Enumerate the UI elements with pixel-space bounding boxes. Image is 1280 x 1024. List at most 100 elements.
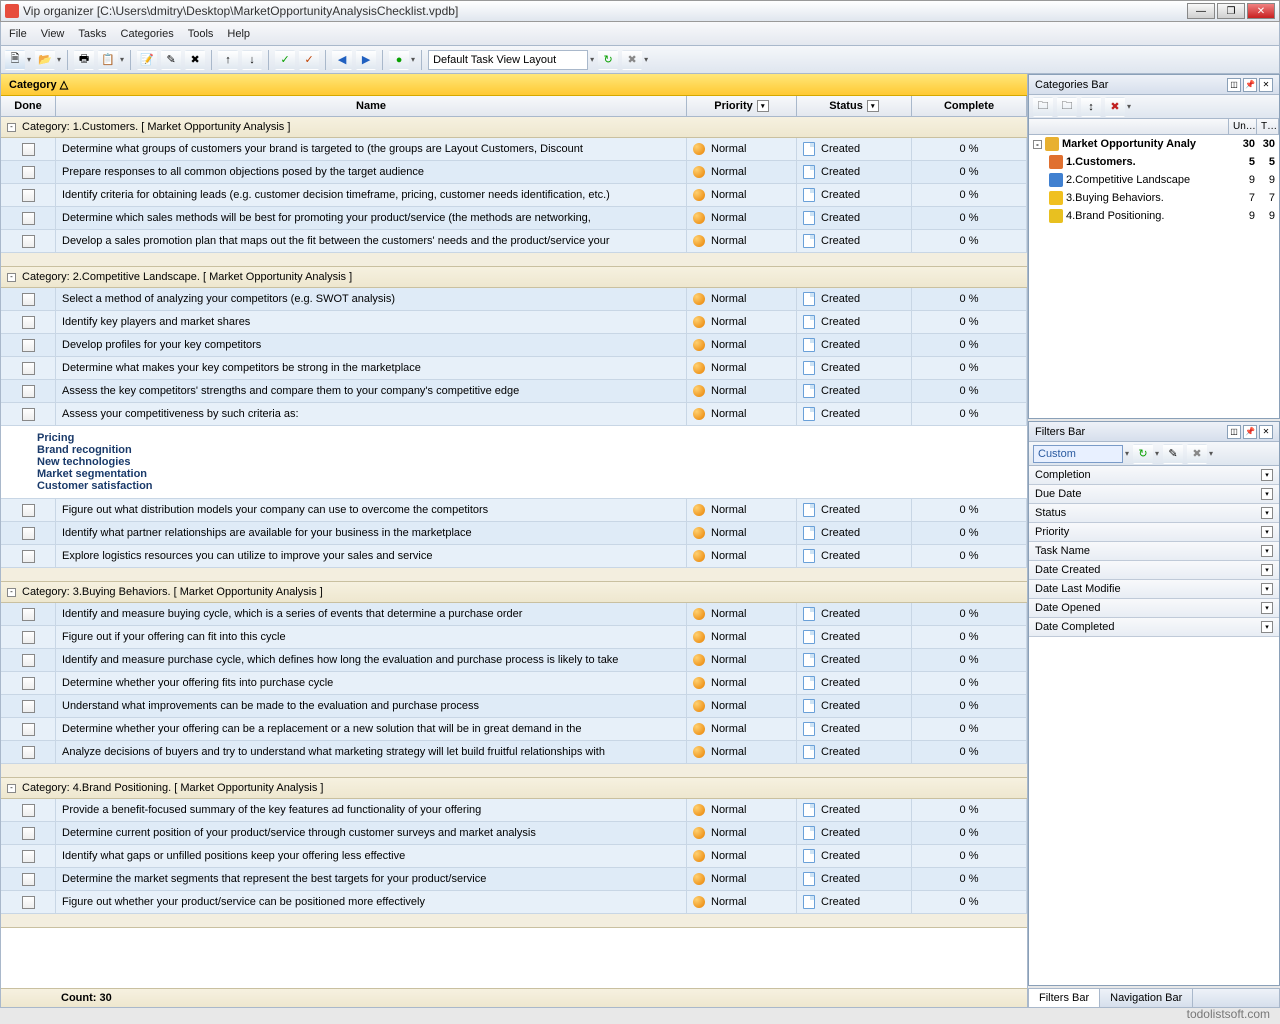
- next-button[interactable]: ▶: [356, 50, 376, 70]
- col-priority[interactable]: Priority▾: [687, 96, 797, 116]
- task-row[interactable]: Figure out if your offering can fit into…: [1, 626, 1027, 649]
- dropdown-icon[interactable]: ▾: [1261, 488, 1273, 500]
- task-row[interactable]: Understand what improvements can be made…: [1, 695, 1027, 718]
- filter-row[interactable]: Task Name▾: [1029, 542, 1279, 561]
- category-header[interactable]: -Category: 3.Buying Behaviors. [ Market …: [1, 582, 1027, 603]
- task-row[interactable]: Identify key players and market shares N…: [1, 311, 1027, 334]
- task-row[interactable]: Determine what makes your key competitor…: [1, 357, 1027, 380]
- done-checkbox[interactable]: [22, 408, 35, 421]
- filter-row[interactable]: Date Created▾: [1029, 561, 1279, 580]
- menu-file[interactable]: File: [9, 28, 27, 40]
- cat-edit-icon[interactable]: 🗀: [1057, 97, 1077, 117]
- done-checkbox[interactable]: [22, 504, 35, 517]
- col-complete[interactable]: Complete: [912, 96, 1027, 116]
- edit-task-button[interactable]: ✎: [161, 50, 181, 70]
- done-checkbox[interactable]: [22, 746, 35, 759]
- task-row[interactable]: Identify what partner relationships are …: [1, 522, 1027, 545]
- dropdown-icon[interactable]: ▾: [1261, 469, 1273, 481]
- pin-icon[interactable]: 📌: [1243, 425, 1257, 439]
- tree-row[interactable]: - Market Opportunity Analy 30 30: [1029, 135, 1279, 153]
- expand-icon[interactable]: -: [7, 588, 16, 597]
- menu-help[interactable]: Help: [227, 28, 250, 40]
- maximize-button[interactable]: ❐: [1217, 3, 1245, 19]
- task-row[interactable]: Identify criteria for obtaining leads (e…: [1, 184, 1027, 207]
- dropdown-icon[interactable]: ▾: [1261, 507, 1273, 519]
- cat-new-icon[interactable]: 🗀: [1033, 97, 1053, 117]
- expand-icon[interactable]: -: [7, 784, 16, 793]
- task-row[interactable]: Develop a sales promotion plan that maps…: [1, 230, 1027, 253]
- category-header[interactable]: -Category: 2.Competitive Landscape. [ Ma…: [1, 267, 1027, 288]
- done-checkbox[interactable]: [22, 362, 35, 375]
- dropdown-icon[interactable]: ▾: [757, 100, 769, 112]
- expand-icon[interactable]: -: [7, 123, 16, 132]
- done-checkbox[interactable]: [22, 677, 35, 690]
- task-row[interactable]: Identify what gaps or unfilled positions…: [1, 845, 1027, 868]
- task-row[interactable]: Identify and measure buying cycle, which…: [1, 603, 1027, 626]
- done-checkbox[interactable]: [22, 385, 35, 398]
- tree-row[interactable]: 3.Buying Behaviors. 7 7: [1029, 189, 1279, 207]
- done-checkbox[interactable]: [22, 723, 35, 736]
- task-row[interactable]: Analyze decisions of buyers and try to u…: [1, 741, 1027, 764]
- col-status[interactable]: Status▾: [797, 96, 912, 116]
- category-header[interactable]: -Category: 4.Brand Positioning. [ Market…: [1, 778, 1027, 799]
- panel-close-icon[interactable]: ✕: [1259, 425, 1273, 439]
- filter-row[interactable]: Date Completed▾: [1029, 618, 1279, 637]
- minimize-button[interactable]: —: [1187, 3, 1215, 19]
- expand-icon[interactable]: -: [7, 273, 16, 282]
- tree-expand-icon[interactable]: -: [1033, 140, 1042, 149]
- menu-categories[interactable]: Categories: [121, 28, 174, 40]
- done-checkbox[interactable]: [22, 527, 35, 540]
- done-checkbox[interactable]: [22, 896, 35, 909]
- done-checkbox[interactable]: [22, 212, 35, 225]
- dock-icon[interactable]: ◫: [1227, 425, 1241, 439]
- group-bar[interactable]: Category △: [1, 74, 1027, 96]
- done-checkbox[interactable]: [22, 804, 35, 817]
- menu-tasks[interactable]: Tasks: [78, 28, 106, 40]
- move-down-button[interactable]: ↓: [242, 50, 262, 70]
- menu-view[interactable]: View: [41, 28, 65, 40]
- task-row[interactable]: Figure out whether your product/service …: [1, 891, 1027, 914]
- dropdown-icon[interactable]: ▾: [1261, 526, 1273, 538]
- task-row[interactable]: Determine which sales methods will be be…: [1, 207, 1027, 230]
- done-checkbox[interactable]: [22, 850, 35, 863]
- filter-row[interactable]: Date Opened▾: [1029, 599, 1279, 618]
- cat-sort-icon[interactable]: ↕: [1081, 97, 1101, 117]
- col-name[interactable]: Name: [56, 96, 687, 116]
- filter-row[interactable]: Status▾: [1029, 504, 1279, 523]
- close-button[interactable]: ✕: [1247, 3, 1275, 19]
- tree-row[interactable]: 4.Brand Positioning. 9 9: [1029, 207, 1279, 225]
- task-row[interactable]: Figure out what distribution models your…: [1, 499, 1027, 522]
- task-row[interactable]: Determine the market segments that repre…: [1, 868, 1027, 891]
- done-checkbox[interactable]: [22, 827, 35, 840]
- task-row[interactable]: Determine whether your offering can be a…: [1, 718, 1027, 741]
- dropdown-icon[interactable]: ▾: [1261, 545, 1273, 557]
- check-button[interactable]: ✓: [275, 50, 295, 70]
- tree-row[interactable]: 1.Customers. 5 5: [1029, 153, 1279, 171]
- task-row[interactable]: Determine current position of your produ…: [1, 822, 1027, 845]
- dropdown-icon[interactable]: ▾: [1261, 583, 1273, 595]
- panel-close-icon[interactable]: ✕: [1259, 78, 1273, 92]
- done-checkbox[interactable]: [22, 316, 35, 329]
- side-tab[interactable]: Navigation Bar: [1100, 989, 1193, 1007]
- move-up-button[interactable]: ↑: [218, 50, 238, 70]
- clear-button[interactable]: ✖: [622, 50, 642, 70]
- refresh-button[interactable]: ↻: [598, 50, 618, 70]
- done-checkbox[interactable]: [22, 654, 35, 667]
- dropdown-icon[interactable]: ▾: [1261, 602, 1273, 614]
- new-task-button[interactable]: 📝: [137, 50, 157, 70]
- task-row[interactable]: Determine what groups of customers your …: [1, 138, 1027, 161]
- filter-row[interactable]: Due Date▾: [1029, 485, 1279, 504]
- menu-tools[interactable]: Tools: [188, 28, 214, 40]
- delete-task-button[interactable]: ✖: [185, 50, 205, 70]
- dock-icon[interactable]: ◫: [1227, 78, 1241, 92]
- task-row[interactable]: Assess your competitiveness by such crit…: [1, 403, 1027, 426]
- done-checkbox[interactable]: [22, 143, 35, 156]
- filter-row[interactable]: Date Last Modifie▾: [1029, 580, 1279, 599]
- done-checkbox[interactable]: [22, 189, 35, 202]
- col-done[interactable]: Done: [1, 96, 56, 116]
- task-row[interactable]: Assess the key competitors' strengths an…: [1, 380, 1027, 403]
- pin-icon[interactable]: 📌: [1243, 78, 1257, 92]
- category-header[interactable]: -Category: 1.Customers. [ Market Opportu…: [1, 117, 1027, 138]
- task-row[interactable]: Provide a benefit-focused summary of the…: [1, 799, 1027, 822]
- export-button[interactable]: 📋: [98, 50, 118, 70]
